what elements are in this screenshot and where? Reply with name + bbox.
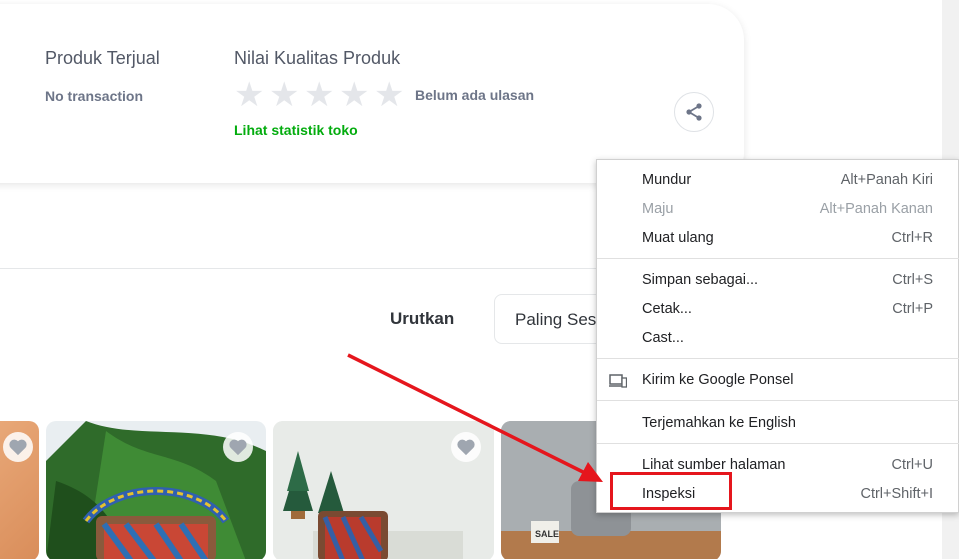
- product-card[interactable]: [273, 421, 494, 559]
- inspect-highlight-box: [610, 472, 732, 510]
- star-icon: ★: [374, 75, 405, 115]
- star-icon: ★: [304, 75, 335, 115]
- menu-item-send-to-phone[interactable]: Kirim ke Google Ponsel: [597, 366, 959, 395]
- menu-item-print[interactable]: Cetak... Ctrl+P: [597, 295, 959, 324]
- sale-tag: SALE: [535, 529, 560, 539]
- sort-label: Urutkan: [390, 309, 455, 328]
- context-menu: Mundur Alt+Panah Kiri Maju Alt+Panah Kan…: [596, 159, 959, 513]
- rating-text: Belum ada ulasan: [415, 87, 535, 103]
- menu-item-back[interactable]: Mundur Alt+Panah Kiri: [597, 166, 959, 195]
- star-icon: ★: [339, 75, 370, 115]
- product-card[interactable]: [46, 421, 266, 559]
- sold-value: No transaction: [45, 88, 144, 104]
- page: Produk Terjual No transaction Nilai Kual…: [0, 0, 959, 559]
- heart-icon: [457, 439, 475, 456]
- menu-separator: [597, 358, 959, 359]
- section-divider: [0, 268, 620, 269]
- star-icon: ★: [269, 75, 300, 115]
- product-card[interactable]: [0, 421, 39, 559]
- wishlist-button[interactable]: [223, 432, 253, 462]
- menu-item-reload[interactable]: Muat ulang Ctrl+R: [597, 224, 959, 253]
- menu-separator: [597, 443, 959, 444]
- wishlist-button[interactable]: [3, 432, 33, 462]
- shop-stats-link[interactable]: Lihat statistik toko: [234, 122, 358, 138]
- share-button[interactable]: [674, 92, 714, 132]
- devices-icon: [609, 374, 627, 388]
- sold-label: Produk Terjual: [45, 48, 160, 68]
- wishlist-button[interactable]: [451, 432, 481, 462]
- menu-separator: [597, 258, 959, 259]
- menu-item-forward: Maju Alt+Panah Kanan: [642, 201, 933, 217]
- menu-separator: [597, 400, 959, 401]
- star-icon: ★: [234, 75, 265, 115]
- quality-label: Nilai Kualitas Produk: [234, 48, 401, 68]
- menu-item-translate[interactable]: Terjemahkan ke English: [597, 409, 959, 438]
- heart-icon: [229, 439, 247, 456]
- menu-item-save-as[interactable]: Simpan sebagai... Ctrl+S: [597, 266, 959, 295]
- rating-stars: ★ ★ ★ ★ ★: [234, 75, 405, 115]
- menu-item-cast[interactable]: Cast...: [597, 324, 959, 353]
- heart-icon: [9, 439, 27, 456]
- share-icon: [686, 103, 702, 121]
